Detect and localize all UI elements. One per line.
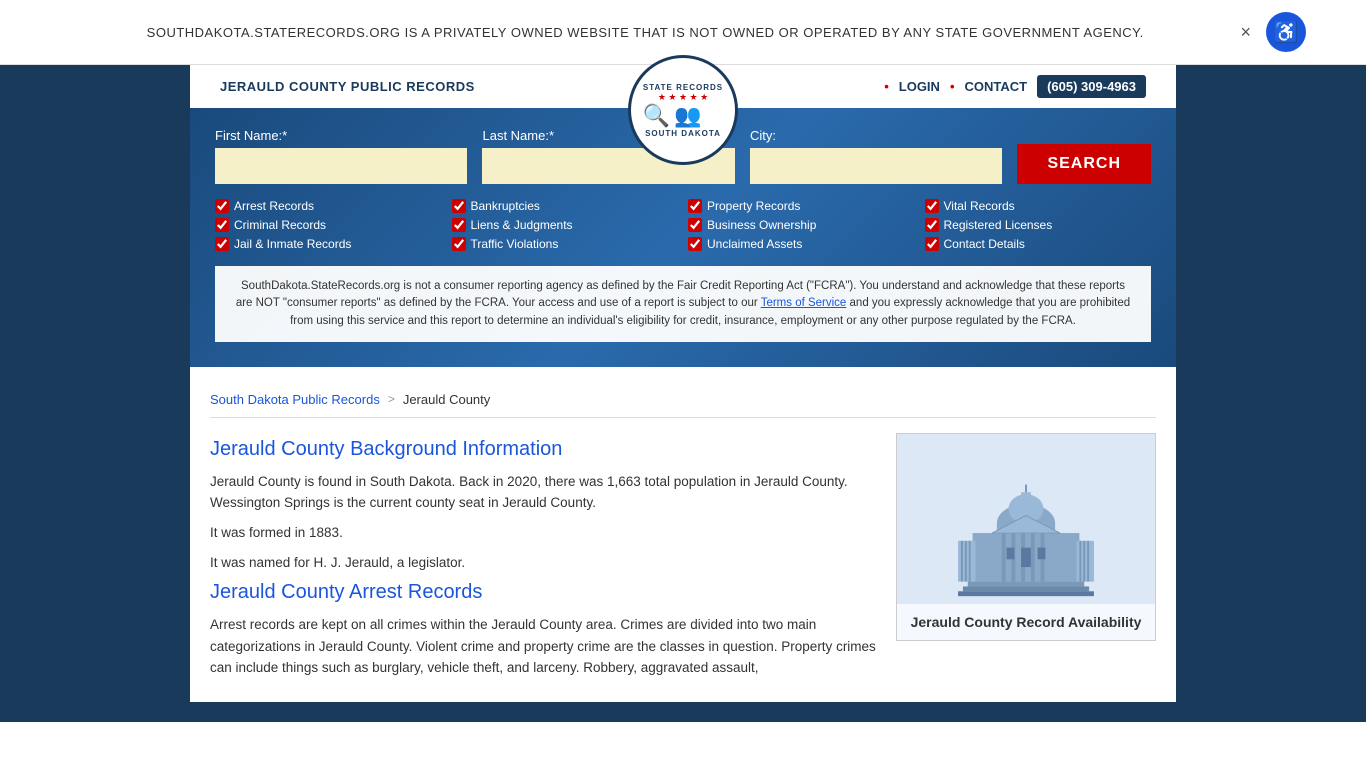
checkbox-label: Liens & Judgments: [471, 218, 573, 232]
checkbox-item: Bankruptcies: [452, 199, 679, 213]
people-icon: 👥: [674, 103, 701, 129]
checkbox-label: Contact Details: [944, 237, 1025, 251]
content-columns: Jerauld County Background Information Je…: [210, 433, 1156, 687]
dot1: •: [884, 79, 889, 94]
section1-title: Jerauld County Background Information: [210, 438, 876, 461]
search-icon: 🔍: [643, 103, 670, 129]
checkbox-item: Unclaimed Assets: [688, 237, 915, 251]
logo-text-top: STATE RECORDS: [643, 83, 723, 92]
checkbox-label: Property Records: [707, 199, 800, 213]
brand-name: JERAULD COUNTY PUBLIC RECORDS: [220, 79, 475, 94]
checkbox-label: Vital Records: [944, 199, 1015, 213]
banner-text: SOUTHDAKOTA.STATERECORDS.ORG IS A PRIVAT…: [60, 25, 1230, 40]
city-input[interactable]: [750, 148, 1002, 184]
checkbox-item: Arrest Records: [215, 199, 442, 213]
close-banner-button[interactable]: ×: [1240, 22, 1251, 43]
checkbox-input[interactable]: [688, 199, 702, 213]
checkbox-label: Criminal Records: [234, 218, 326, 232]
checkbox-item: Contact Details: [925, 237, 1152, 251]
checkbox-label: Registered Licenses: [944, 218, 1053, 232]
breadcrumb-link[interactable]: South Dakota Public Records: [210, 392, 380, 407]
logo-stars: ★ ★ ★ ★ ★: [643, 92, 723, 103]
checkbox-input[interactable]: [688, 218, 702, 232]
checkbox-label: Unclaimed Assets: [707, 237, 802, 251]
dot2: •: [950, 79, 955, 94]
checkbox-item: Criminal Records: [215, 218, 442, 232]
section1-para3: It was named for H. J. Jerauld, a legisl…: [210, 552, 876, 574]
checkbox-label: Bankruptcies: [471, 199, 540, 213]
content-area: South Dakota Public Records > Jerauld Co…: [190, 367, 1176, 702]
checkbox-item: Property Records: [688, 199, 915, 213]
sidebar-card: Jerauld County Record Availability: [896, 433, 1156, 641]
section1-para2: It was formed in 1883.: [210, 522, 876, 544]
checkbox-item: Jail & Inmate Records: [215, 237, 442, 251]
checkbox-input[interactable]: [925, 199, 939, 213]
city-label: City:: [750, 128, 1002, 143]
city-group: City:: [750, 128, 1002, 184]
search-button[interactable]: SEARCH: [1017, 144, 1151, 184]
checkbox-item: Registered Licenses: [925, 218, 1152, 232]
checkbox-label: Traffic Violations: [471, 237, 559, 251]
checkbox-input[interactable]: [452, 237, 466, 251]
checkbox-input[interactable]: [215, 218, 229, 232]
sidebar-building-image: [897, 434, 1155, 604]
phone-number[interactable]: (605) 309-4963: [1037, 75, 1146, 98]
terms-of-service-link[interactable]: Terms of Service: [761, 297, 847, 309]
breadcrumb-separator: >: [388, 392, 395, 406]
checkbox-label: Arrest Records: [234, 199, 314, 213]
logo-icons: 🔍 👥: [643, 103, 723, 129]
accessibility-button[interactable]: ♿: [1266, 12, 1306, 52]
section1-para1: Jerauld County is found in South Dakota.…: [210, 471, 876, 514]
nav-right: • LOGIN • CONTACT (605) 309-4963: [884, 75, 1146, 98]
checkbox-label: Jail & Inmate Records: [234, 237, 351, 251]
checkbox-label: Business Ownership: [707, 218, 816, 232]
checkbox-item: Vital Records: [925, 199, 1152, 213]
checkbox-input[interactable]: [925, 237, 939, 251]
disclaimer-text: SouthDakota.StateRecords.org is not a co…: [215, 266, 1151, 342]
checkbox-item: Liens & Judgments: [452, 218, 679, 232]
checkbox-input[interactable]: [215, 237, 229, 251]
breadcrumb: South Dakota Public Records > Jerauld Co…: [210, 382, 1156, 418]
content-main: Jerauld County Background Information Je…: [210, 433, 876, 687]
capitol-building-svg: [926, 436, 1126, 601]
first-name-input[interactable]: [215, 148, 467, 184]
section2-para1: Arrest records are kept on all crimes wi…: [210, 614, 876, 679]
content-sidebar: Jerauld County Record Availability: [896, 433, 1156, 687]
contact-link[interactable]: CONTACT: [965, 79, 1028, 94]
checkbox-input[interactable]: [925, 218, 939, 232]
checkbox-input[interactable]: [452, 199, 466, 213]
first-name-label: First Name:*: [215, 128, 467, 143]
checkboxes-grid: Arrest Records Bankruptcies Property Recor…: [215, 199, 1151, 251]
checkbox-input[interactable]: [215, 199, 229, 213]
main-wrapper: JERAULD COUNTY PUBLIC RECORDS STATE RECO…: [0, 65, 1366, 722]
logo-container: STATE RECORDS ★ ★ ★ ★ ★ 🔍 👥 SOUTH DAKOTA: [628, 55, 738, 165]
sidebar-card-title: Jerauld County Record Availability: [897, 604, 1155, 640]
checkbox-input[interactable]: [688, 237, 702, 251]
login-link[interactable]: LOGIN: [899, 79, 940, 94]
section2-title: Jerauld County Arrest Records: [210, 581, 876, 604]
logo-text-bottom: SOUTH DAKOTA: [643, 129, 723, 138]
checkbox-input[interactable]: [452, 218, 466, 232]
breadcrumb-current: Jerauld County: [403, 392, 490, 407]
checkbox-item: Traffic Violations: [452, 237, 679, 251]
site-logo: STATE RECORDS ★ ★ ★ ★ ★ 🔍 👥 SOUTH DAKOTA: [628, 55, 738, 165]
site-header: JERAULD COUNTY PUBLIC RECORDS STATE RECO…: [190, 65, 1176, 108]
checkbox-item: Business Ownership: [688, 218, 915, 232]
first-name-group: First Name:*: [215, 128, 467, 184]
